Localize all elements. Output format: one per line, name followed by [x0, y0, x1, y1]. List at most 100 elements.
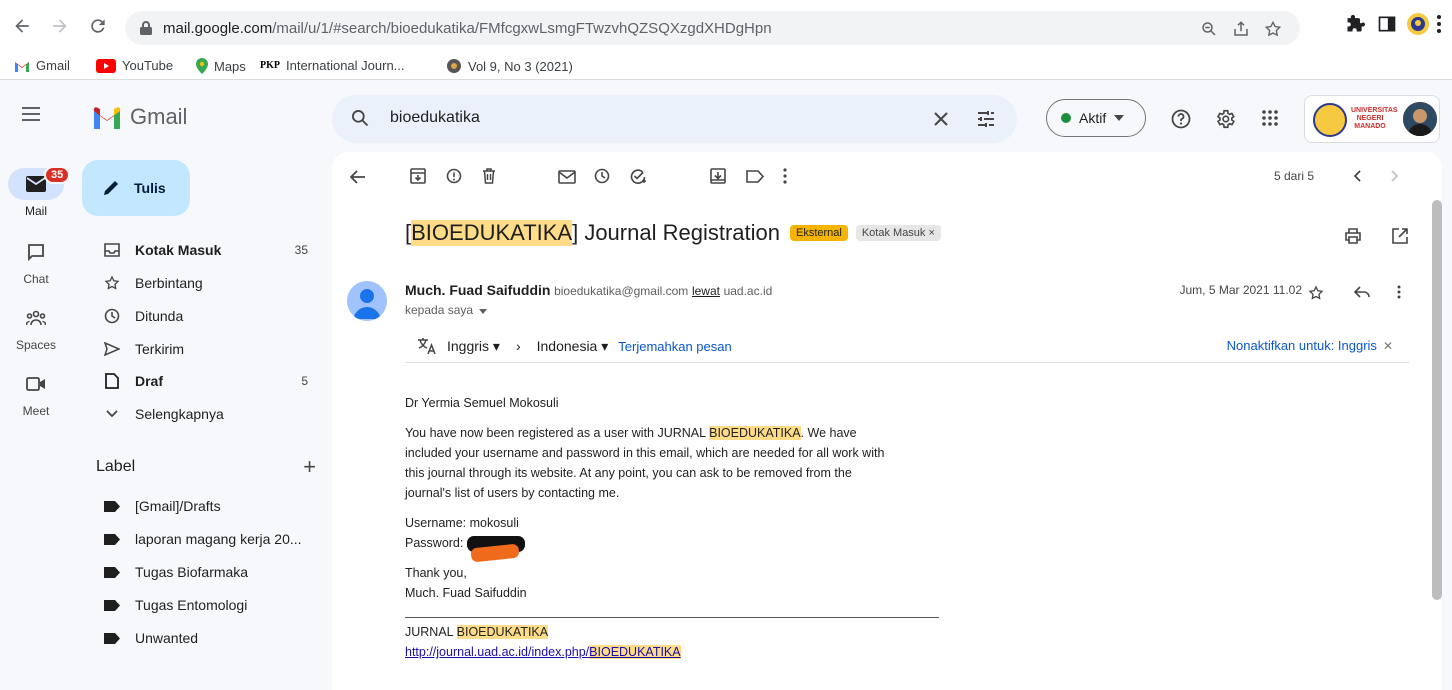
menu-kebab-icon[interactable] — [1436, 14, 1442, 34]
recipient-text: kepada saya — [405, 303, 474, 317]
sender-email: bioedukatika@gmail.com — [554, 284, 689, 298]
message-view: 5 dari 5 [BIOEDUKATIKA] Journal Registra… — [332, 152, 1442, 690]
chat-icon — [8, 236, 64, 268]
avatar[interactable] — [1403, 102, 1437, 136]
report-spam-icon[interactable] — [446, 168, 462, 184]
bookmark-youtube[interactable]: YouTube — [96, 58, 173, 73]
search-icon[interactable] — [350, 108, 370, 128]
back-icon[interactable] — [12, 16, 34, 38]
greeting: Dr Yermia Semuel Mokosuli — [405, 396, 559, 410]
label-name: Tugas Entomologi — [135, 597, 248, 613]
label-item[interactable]: [Gmail]/Drafts — [72, 490, 322, 522]
recipient-details[interactable]: kepada saya — [405, 303, 488, 317]
extensions-icon[interactable] — [1345, 14, 1365, 34]
journal-prefix: JURNAL — [405, 625, 457, 639]
label-item[interactable]: Tugas Biofarmaka — [72, 556, 322, 588]
share-icon[interactable] — [1232, 20, 1250, 38]
nav-item-snoozed[interactable]: Ditunda — [72, 300, 322, 332]
profile-avatar-icon[interactable] — [1406, 12, 1430, 36]
account-switcher[interactable]: UNIVERSITAS NEGERI MANADO — [1304, 95, 1440, 143]
forward-icon[interactable] — [50, 16, 72, 38]
label-item[interactable]: Unwanted — [72, 622, 322, 654]
nav-item-count: 35 — [294, 243, 308, 257]
remove-label-icon[interactable]: × — [929, 227, 935, 239]
clear-search-icon[interactable] — [932, 110, 950, 128]
address-bar[interactable]: mail.google.com/mail/u/1/#search/bioeduk… — [125, 11, 1300, 45]
sender-name[interactable]: Much. Fuad Saifuddin — [405, 282, 550, 298]
status-dot — [1061, 113, 1071, 123]
main-menu-icon[interactable] — [22, 107, 40, 121]
side-panel-icon[interactable] — [1377, 14, 1397, 34]
source-language-dropdown[interactable]: Inggris ▾ — [447, 338, 500, 355]
move-to-icon[interactable] — [710, 168, 726, 184]
source-language: Inggris — [447, 337, 490, 354]
back-to-list-icon[interactable] — [350, 170, 366, 184]
rail-label: Mail — [24, 204, 47, 218]
sender-avatar[interactable] — [347, 281, 387, 321]
label-item[interactable]: laporan magang kerja 20... — [72, 523, 322, 555]
university-name: UNIVERSITAS NEGERI MANADO — [1351, 107, 1398, 130]
external-tag[interactable]: Eksternal — [789, 225, 848, 241]
delete-trash-icon[interactable] — [482, 168, 496, 184]
nav-item-starred[interactable]: Berbintang — [72, 267, 322, 299]
chevron-right-icon[interactable] — [1391, 170, 1399, 182]
disable-translate-link[interactable]: Nonaktifkan untuk: Inggris — [1227, 338, 1377, 353]
search-options-icon[interactable] — [976, 109, 996, 129]
label-tag-icon — [102, 632, 122, 644]
chevron-left-icon[interactable] — [1353, 170, 1361, 182]
apps-grid-icon[interactable] — [1262, 110, 1278, 126]
star-icon[interactable] — [1308, 285, 1324, 301]
bookmark-pkp-journal[interactable]: PKP International Journ... — [260, 58, 405, 73]
add-label-icon[interactable]: + — [303, 454, 316, 480]
label-as-icon[interactable] — [746, 170, 764, 183]
rail-meet[interactable]: Meet — [0, 368, 72, 418]
rail-mail[interactable]: 35 Mail — [0, 166, 72, 218]
bookmark-label: Maps — [214, 58, 246, 74]
rail-spaces[interactable]: Spaces — [0, 302, 72, 352]
nav-item-drafts[interactable]: Draf 5 — [72, 365, 322, 397]
nav-item-inbox[interactable]: Kotak Masuk 35 — [72, 234, 322, 266]
label-tag-icon — [102, 599, 122, 611]
zoom-icon[interactable] — [1200, 20, 1218, 38]
signature-divider — [405, 617, 939, 618]
translate-message-link[interactable]: Terjemahkan pesan — [618, 339, 731, 354]
arrow-right-icon: › — [515, 338, 521, 354]
maps-pin-icon — [196, 58, 208, 74]
message-more-icon[interactable] — [1397, 285, 1401, 299]
bookmark-vol[interactable]: Vol 9, No 3 (2021) — [446, 58, 573, 74]
target-language-dropdown[interactable]: Indonesia ▾ — [537, 338, 609, 355]
bookmark-gmail[interactable]: Gmail — [14, 58, 70, 73]
status-dropdown[interactable]: Aktif — [1046, 99, 1146, 137]
gmail-logo[interactable]: Gmail — [92, 104, 187, 130]
via-link[interactable]: lewat — [692, 284, 720, 298]
search-bar[interactable]: bioedukatika — [332, 95, 1017, 143]
search-highlight: BIOEDUKATIKA — [456, 625, 549, 639]
settings-gear-icon[interactable] — [1214, 108, 1236, 130]
search-input[interactable]: bioedukatika — [390, 109, 480, 127]
para-text: You have now been registered as a user w… — [405, 426, 710, 440]
bookmark-label: Vol 9, No 3 (2021) — [468, 58, 573, 74]
compose-button[interactable]: Tulis — [82, 160, 190, 216]
label-item[interactable]: Tugas Entomologi — [72, 589, 322, 621]
archive-icon[interactable] — [410, 168, 426, 184]
scrollbar[interactable] — [1432, 200, 1442, 600]
bookmark-maps[interactable]: Maps — [196, 58, 246, 74]
open-new-window-icon[interactable] — [1392, 228, 1408, 244]
nav-item-label: Terkirim — [135, 341, 184, 357]
reply-icon[interactable] — [1354, 286, 1370, 298]
add-task-icon[interactable] — [630, 168, 648, 184]
snooze-clock-icon[interactable] — [594, 168, 610, 184]
mark-unread-icon[interactable] — [558, 170, 576, 184]
journal-link[interactable]: http://journal.uad.ac.id/index.php/BIOED… — [405, 645, 681, 659]
rail-chat[interactable]: Chat — [0, 236, 72, 286]
inbox-label-chip[interactable]: Kotak Masuk × — [855, 225, 941, 241]
nav-item-sent[interactable]: Terkirim — [72, 333, 322, 365]
bookmark-star-icon[interactable] — [1264, 20, 1282, 38]
close-translate-icon[interactable]: ✕ — [1383, 339, 1393, 353]
more-actions-icon[interactable] — [783, 168, 787, 184]
reload-icon[interactable] — [88, 16, 110, 38]
help-icon[interactable] — [1171, 109, 1191, 129]
print-icon[interactable] — [1345, 228, 1361, 244]
nav-item-more[interactable]: Selengkapnya — [72, 398, 322, 430]
label-name: [Gmail]/Drafts — [135, 498, 221, 514]
